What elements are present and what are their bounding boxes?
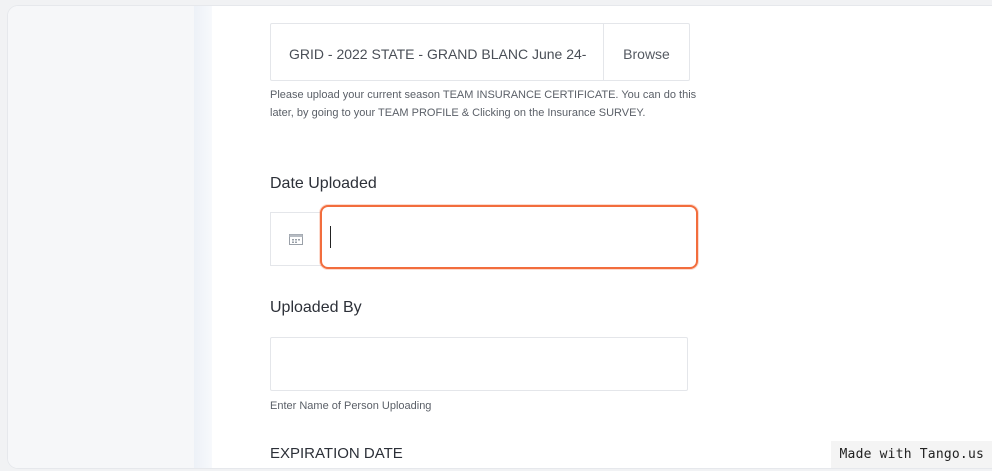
expiration-date-label: EXPIRATION DATE (270, 445, 403, 462)
date-uploaded-input[interactable] (320, 205, 698, 269)
insurance-file-upload[interactable]: GRID - 2022 STATE - GRAND BLANC June 24-… (270, 23, 690, 81)
insurance-help-text: Please upload your current season TEAM I… (270, 89, 697, 119)
uploaded-by-input[interactable] (270, 337, 688, 391)
form-content: GRID - 2022 STATE - GRAND BLANC June 24-… (212, 6, 992, 468)
calendar-icon[interactable] (289, 233, 303, 245)
browse-button[interactable]: Browse (603, 24, 689, 80)
tango-watermark: Made with Tango.us (830, 441, 992, 468)
text-cursor (330, 226, 331, 248)
left-sidebar (8, 6, 194, 468)
form-window: GRID - 2022 STATE - GRAND BLANC June 24-… (8, 6, 992, 468)
sidebar-divider (194, 6, 212, 468)
date-picker-addon[interactable] (270, 212, 322, 266)
date-uploaded-label: Date Uploaded (270, 175, 377, 192)
uploaded-by-help-text: Enter Name of Person Uploading (270, 400, 432, 412)
uploaded-by-label: Uploaded By (270, 299, 362, 316)
selected-file-name[interactable]: GRID - 2022 STATE - GRAND BLANC June 24- (271, 24, 603, 80)
